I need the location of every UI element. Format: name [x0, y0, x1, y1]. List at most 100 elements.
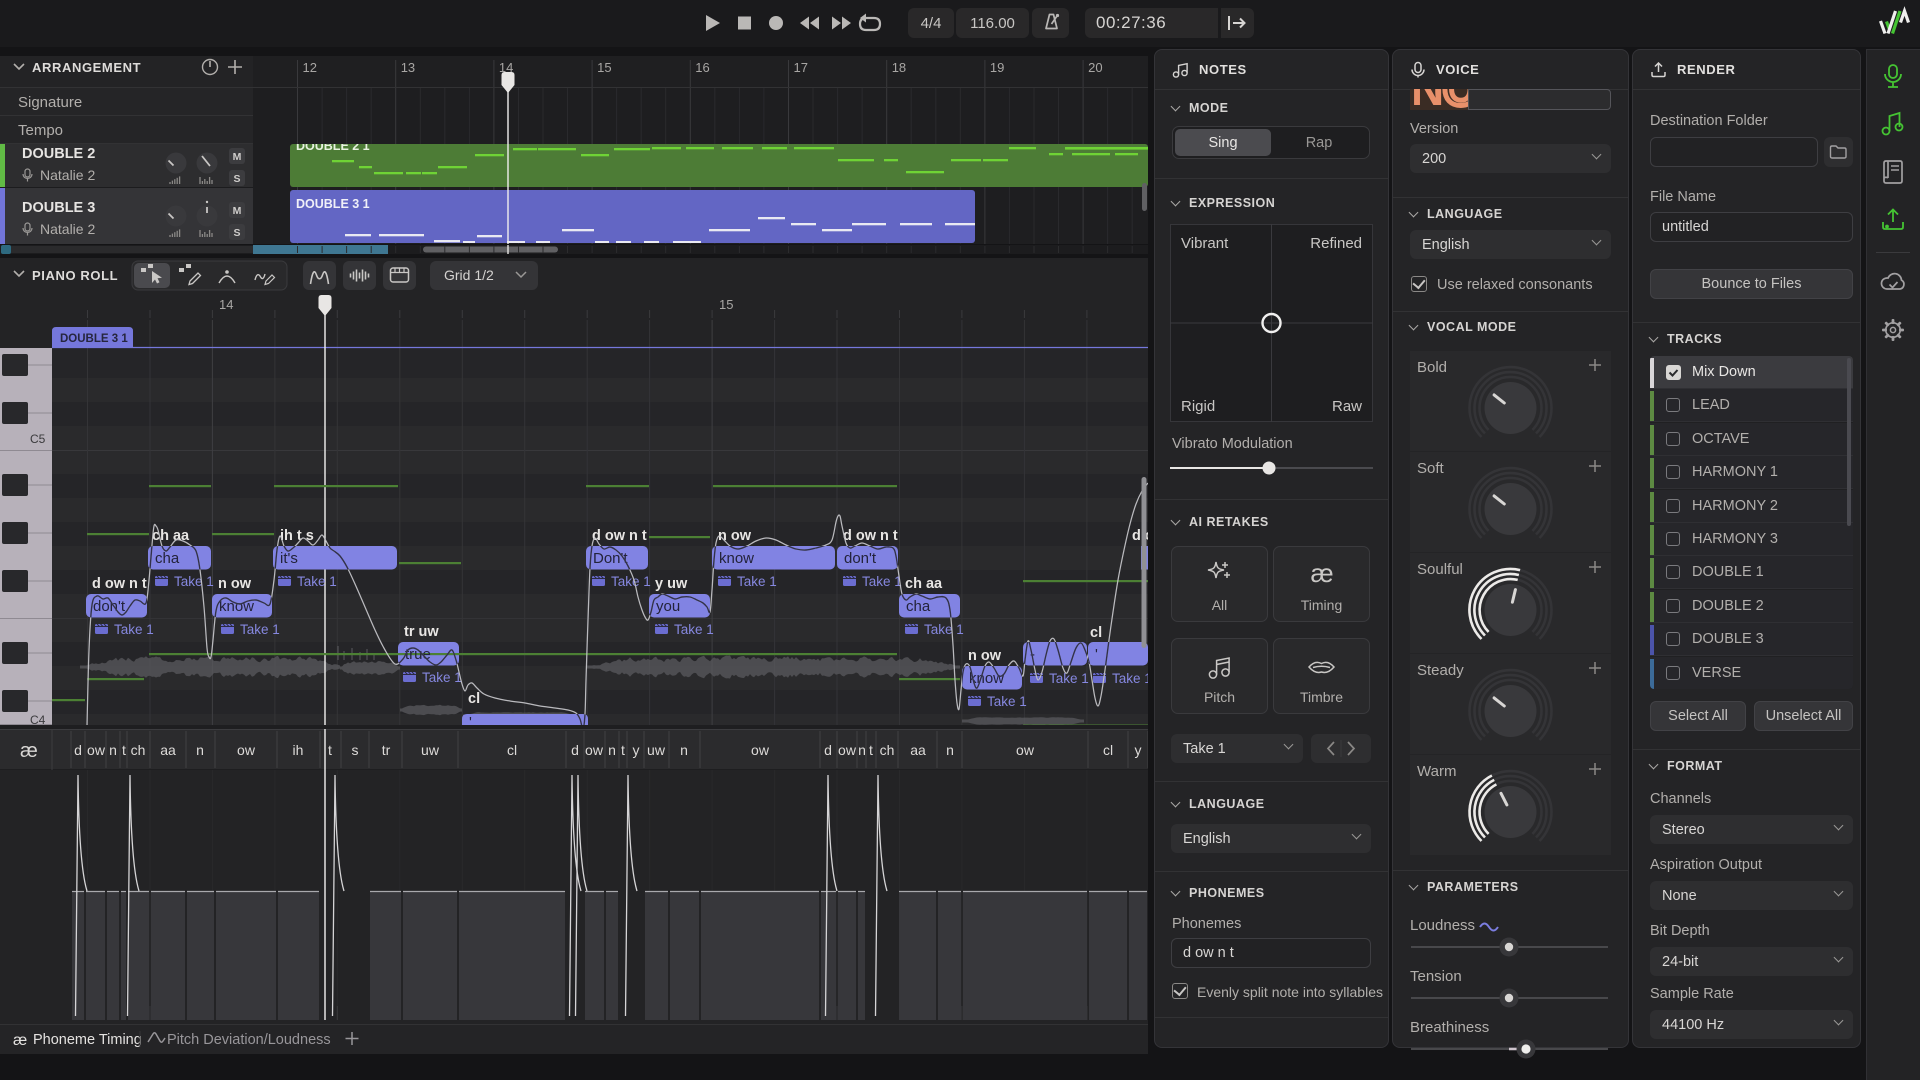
svg-text:18: 18	[892, 60, 906, 75]
svg-text:M: M	[233, 205, 242, 217]
svg-text:Take 1: Take 1	[174, 574, 214, 589]
svg-text:ow: ow	[838, 742, 857, 758]
svg-text:DOUBLE 3: DOUBLE 3	[22, 200, 95, 216]
svg-text:æ: æ	[20, 740, 38, 762]
svg-text:17: 17	[794, 60, 808, 75]
svg-text:C4: C4	[30, 713, 46, 727]
svg-text:n: n	[196, 742, 204, 758]
svg-text:t: t	[122, 742, 126, 758]
svg-text:n: n	[946, 742, 954, 758]
svg-text:aa: aa	[910, 742, 926, 758]
svg-text:ch: ch	[880, 742, 895, 758]
svg-text:cl: cl	[1090, 625, 1102, 641]
svg-text:cl: cl	[507, 742, 517, 758]
svg-text:n: n	[109, 742, 117, 758]
svg-text:æ: æ	[13, 1032, 27, 1049]
svg-text:Pitch Deviation/Loudness: Pitch Deviation/Loudness	[167, 1032, 331, 1048]
svg-text:Soft: Soft	[1417, 460, 1445, 477]
svg-text:Take 1: Take 1	[1049, 671, 1089, 686]
svg-text:Take 1: Take 1	[674, 622, 714, 637]
svg-text:S: S	[233, 173, 240, 185]
svg-text:n: n	[680, 742, 688, 758]
svg-text:DOUBLE 2: DOUBLE 2	[22, 146, 95, 162]
svg-text:19: 19	[990, 60, 1004, 75]
svg-text:Vibrant: Vibrant	[1181, 235, 1229, 252]
svg-text:n ow: n ow	[968, 648, 1002, 664]
svg-text:DOUBLE 3 1: DOUBLE 3 1	[60, 333, 128, 345]
svg-text:Take 1: Take 1	[862, 574, 902, 589]
svg-text:ow: ow	[751, 742, 770, 758]
svg-text:M: M	[233, 151, 242, 163]
svg-text:Take 1: Take 1	[924, 622, 964, 637]
svg-text:cl: cl	[1103, 742, 1113, 758]
svg-text:tr: tr	[382, 742, 391, 758]
svg-text:d: d	[824, 742, 832, 758]
svg-text:n: n	[608, 742, 616, 758]
svg-text:ch: ch	[131, 742, 146, 758]
svg-text:Natalie 2: Natalie 2	[40, 167, 95, 183]
svg-text:d ow n t: d ow n t	[843, 528, 898, 544]
svg-text:Grid 1/2: Grid 1/2	[444, 267, 494, 283]
svg-text:16: 16	[695, 60, 709, 75]
svg-text:15: 15	[597, 60, 611, 75]
svg-text:tr uw: tr uw	[404, 624, 439, 640]
svg-text:n ow: n ow	[218, 576, 252, 592]
svg-text:know: know	[719, 550, 754, 567]
svg-text:S: S	[233, 227, 240, 239]
svg-text:20: 20	[1088, 60, 1102, 75]
svg-text:Take 1: Take 1	[422, 670, 462, 685]
svg-text:t: t	[621, 742, 625, 758]
svg-text:Take 1: Take 1	[1112, 671, 1148, 686]
svg-text:cl: cl	[468, 691, 480, 707]
svg-text:cha: cha	[155, 550, 180, 567]
svg-text:t: t	[328, 742, 332, 758]
svg-text:y: y	[633, 742, 640, 758]
svg-text:don't: don't	[844, 550, 877, 567]
svg-text:cha: cha	[906, 598, 931, 615]
svg-text:Take 1: Take 1	[297, 574, 337, 589]
svg-text:Take 1: Take 1	[114, 622, 154, 637]
svg-text:ih: ih	[293, 742, 304, 758]
svg-text:Take 1: Take 1	[987, 694, 1027, 709]
svg-text:Signature: Signature	[18, 94, 82, 111]
svg-text:ow: ow	[237, 742, 256, 758]
svg-text:PIANO ROLL: PIANO ROLL	[32, 268, 118, 283]
svg-text:n ow: n ow	[718, 528, 752, 544]
svg-text:y: y	[1135, 742, 1142, 758]
svg-text:Tempo: Tempo	[18, 122, 63, 139]
svg-text:Bold: Bold	[1417, 359, 1447, 376]
svg-text:you: you	[656, 598, 680, 615]
svg-text:Take 1: Take 1	[611, 574, 651, 589]
svg-text:d: d	[571, 742, 579, 758]
svg-text:uw: uw	[647, 742, 666, 758]
svg-text:DOUBLE 3 1: DOUBLE 3 1	[296, 197, 370, 211]
svg-text:Take 1: Take 1	[240, 622, 280, 637]
svg-text:uw: uw	[421, 742, 440, 758]
svg-text:ow: ow	[1016, 742, 1035, 758]
svg-text:d ow n t: d ow n t	[92, 576, 147, 592]
svg-text:ow: ow	[87, 742, 106, 758]
svg-text:15: 15	[719, 297, 733, 312]
svg-text:æ: æ	[1310, 560, 1333, 588]
svg-text:Soulful: Soulful	[1417, 561, 1463, 578]
svg-text:d: d	[74, 742, 82, 758]
svg-text:it's: it's	[280, 550, 298, 567]
svg-text:Take 1: Take 1	[737, 574, 777, 589]
svg-text:Rigid: Rigid	[1181, 398, 1215, 415]
svg-text:': '	[1095, 646, 1098, 663]
svg-text:y uw: y uw	[655, 576, 688, 592]
svg-text:Refined: Refined	[1310, 235, 1362, 252]
svg-text:Phoneme Timing: Phoneme Timing	[33, 1032, 142, 1048]
svg-text:Natalie 2: Natalie 2	[40, 221, 95, 237]
svg-text:Raw: Raw	[1332, 398, 1362, 415]
svg-text:14: 14	[219, 297, 233, 312]
svg-text:ow: ow	[585, 742, 604, 758]
svg-text:13: 13	[401, 60, 415, 75]
svg-text:t: t	[869, 742, 873, 758]
svg-text:n: n	[858, 742, 866, 758]
svg-text:ARRANGEMENT: ARRANGEMENT	[32, 60, 141, 75]
svg-text:d ow n t: d ow n t	[592, 528, 647, 544]
svg-text:Steady: Steady	[1417, 662, 1464, 679]
svg-text:Warm: Warm	[1417, 763, 1456, 780]
svg-text:12: 12	[303, 60, 317, 75]
